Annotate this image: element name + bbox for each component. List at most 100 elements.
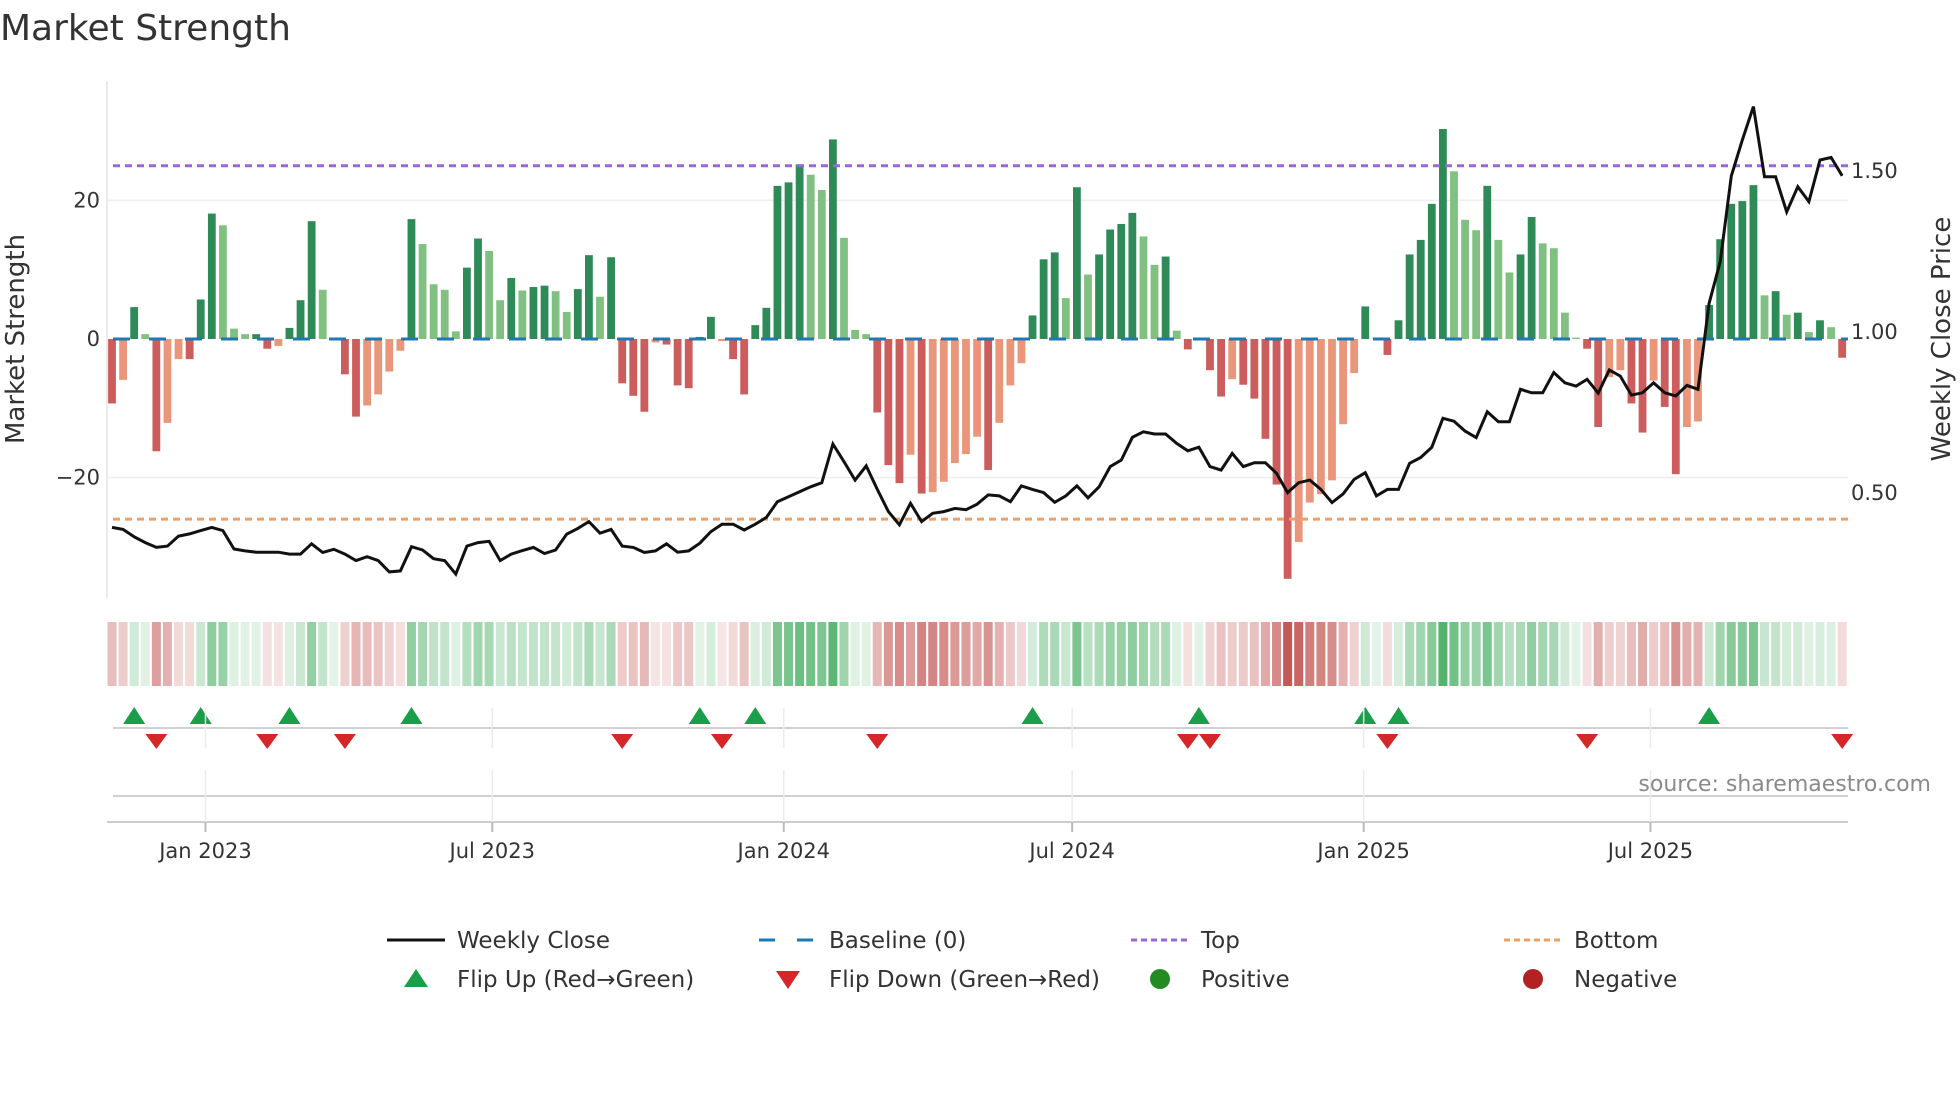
heat-cell: [994, 622, 1004, 686]
strength-bar: [274, 339, 283, 346]
strength-bar: [1039, 259, 1048, 339]
strength-bar: [1061, 298, 1070, 339]
heat-cell: [273, 622, 283, 686]
strength-bar: [1316, 339, 1325, 495]
heat-cell: [939, 622, 949, 686]
strength-bar: [1594, 339, 1603, 428]
heat-cell: [1538, 622, 1548, 686]
heat-cell: [406, 622, 416, 686]
strength-bar: [1272, 339, 1281, 485]
heat-cell: [1161, 622, 1171, 686]
heat-cell: [362, 622, 372, 686]
heat-cell: [495, 622, 505, 686]
strength-bar: [1416, 239, 1425, 339]
strength-bar: [207, 213, 216, 339]
heat-cell: [795, 622, 805, 686]
strength-bar: [1028, 315, 1037, 339]
legend-triangle-up-icon: [404, 969, 428, 987]
heat-cell: [584, 622, 594, 686]
strength-bar: [1760, 295, 1769, 339]
heat-cell: [1194, 622, 1204, 686]
strength-bar: [795, 164, 804, 339]
strength-bar: [1538, 243, 1547, 339]
heat-cell: [761, 622, 771, 686]
strength-bar: [1206, 339, 1214, 371]
x-tick-label: Jul 2023: [448, 839, 535, 863]
x-tick-label: Jan 2024: [736, 839, 831, 863]
heat-cell: [750, 622, 760, 686]
heat-cell: [1172, 622, 1182, 686]
heat-cell: [1582, 622, 1592, 686]
heat-cell: [329, 622, 339, 686]
strength-bar: [1017, 339, 1026, 364]
heat-cell: [1283, 622, 1293, 686]
heat-cell: [340, 622, 350, 686]
legend-label: Flip Down (Green→Red): [829, 967, 1100, 993]
heat-cell: [1072, 622, 1082, 686]
heat-cell: [839, 622, 849, 686]
strength-bar: [1638, 339, 1647, 433]
heat-cell: [1205, 622, 1215, 686]
heat-cell: [1815, 622, 1825, 686]
heat-cell: [928, 622, 938, 686]
strength-bar: [407, 219, 416, 339]
heat-cell: [906, 622, 916, 686]
legend-label: Baseline (0): [829, 928, 966, 954]
strength-bar: [1106, 229, 1115, 339]
strength-bar: [1616, 339, 1625, 371]
strength-bar: [596, 296, 604, 339]
heat-cell: [1382, 622, 1392, 686]
strength-bar: [540, 285, 549, 339]
x-tick-label: Jul 2024: [1027, 839, 1114, 863]
strength-bar: [1383, 339, 1392, 355]
heat-cell: [318, 622, 328, 686]
heat-cell: [1238, 622, 1248, 686]
legend-item: Flip Down (Green→Red): [776, 967, 1100, 993]
strength-bar: [585, 255, 593, 339]
strength-bar: [1161, 256, 1170, 339]
heat-cell: [218, 622, 228, 686]
strength-bar: [374, 339, 383, 395]
heat-cell: [473, 622, 483, 686]
heat-cell: [1837, 622, 1847, 686]
strength-bar: [1239, 339, 1248, 385]
heat-cell: [706, 622, 716, 686]
flip-up-marker: [278, 707, 301, 724]
chart-title: Market Strength: [0, 8, 291, 49]
strength-bar: [862, 334, 871, 339]
legend-item: Bottom: [1504, 928, 1658, 954]
strength-bar: [684, 339, 693, 389]
flip-down-marker: [866, 734, 889, 749]
strength-bar: [1671, 339, 1680, 475]
strength-bar: [1505, 272, 1514, 339]
heat-cell: [196, 622, 206, 686]
heat-cell: [1427, 622, 1437, 686]
heat-cell: [850, 622, 860, 686]
heat-cell: [140, 622, 150, 686]
x-tick-label: Jan 2023: [157, 839, 252, 863]
heat-cell: [728, 622, 738, 686]
heat-cell: [1039, 622, 1049, 686]
legend-label: Weekly Close: [457, 928, 610, 954]
strength-bar: [141, 334, 150, 339]
strength-bar: [1749, 185, 1758, 339]
heat-cell: [950, 622, 960, 686]
strength-bar: [1283, 339, 1292, 579]
strength-bar: [1394, 320, 1403, 339]
strength-bar: [1782, 314, 1791, 339]
strength-bar: [341, 339, 349, 375]
heat-cell: [1693, 622, 1703, 686]
strength-bar: [1361, 306, 1370, 339]
heat-cell: [1682, 622, 1692, 686]
heat-cell: [828, 622, 838, 686]
strength-bar: [1727, 203, 1736, 339]
strength-bar: [884, 339, 893, 466]
strength-bar: [1006, 339, 1015, 386]
strength-bar: [1339, 339, 1347, 425]
strength-bar: [928, 339, 937, 493]
strength-bar: [1328, 339, 1336, 481]
heat-cell: [883, 622, 893, 686]
heat-cell: [351, 622, 361, 686]
strength-bar: [1461, 219, 1469, 339]
heat-cell: [894, 622, 904, 686]
